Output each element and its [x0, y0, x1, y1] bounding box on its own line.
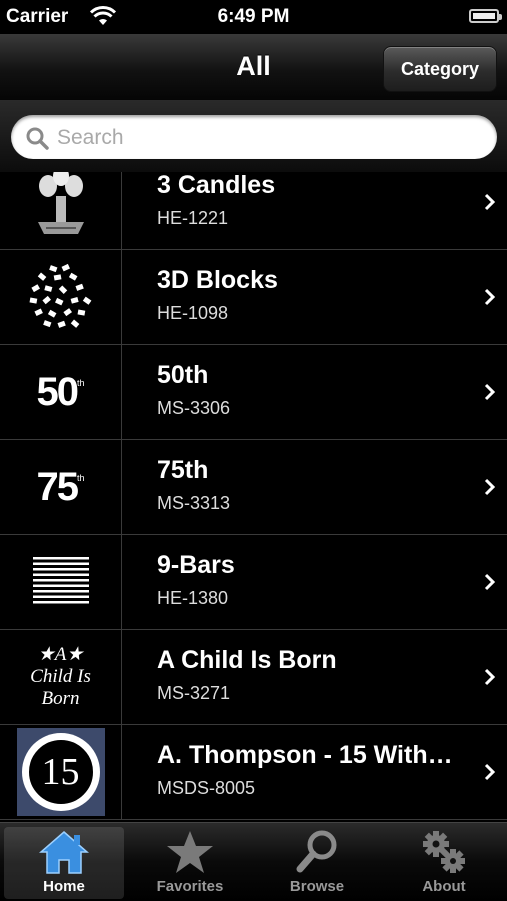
item-code: HE-1380: [157, 588, 229, 608]
item-code: MS-3313: [157, 493, 231, 513]
item-name: 9-Bars: [157, 551, 235, 579]
design-a-gobo-15-image: 15: [0, 725, 122, 819]
item-name: 3D Blocks: [157, 266, 278, 294]
tab-bar: Home Favorites Browse About: [0, 822, 507, 901]
item-name: A. Thompson - 15 With…: [157, 741, 453, 769]
tab-favorites-label: Favorites: [156, 878, 224, 895]
chevron-right-icon: [484, 668, 496, 686]
child-is-born-image: ★A★ Child Is Born: [0, 630, 122, 724]
tab-browse-label: Browse: [289, 878, 345, 895]
item-code: HE-1221: [157, 208, 229, 228]
item-name: A Child Is Born: [157, 646, 337, 674]
chevron-right-icon: [484, 288, 496, 306]
status-bar: Carrier 6:49 PM: [0, 0, 507, 34]
item-name: 75th: [157, 456, 209, 484]
list-item[interactable]: ★A★ Child Is Born A Child Is Born MS-327…: [0, 630, 507, 725]
tab-home[interactable]: Home: [4, 827, 124, 899]
magnifier-icon: [296, 830, 337, 873]
home-icon: [38, 831, 90, 874]
navigation-bar: All Category: [0, 34, 507, 101]
battery-icon: [469, 9, 502, 23]
tab-favorites[interactable]: Favorites: [130, 827, 250, 899]
list-item[interactable]: 15 A. Thompson - 15 With… MSDS-8005: [0, 725, 507, 820]
list-item[interactable]: 3 Candles HE-1221: [0, 172, 507, 250]
blocks-pattern-image: [0, 250, 122, 344]
search-icon: [26, 127, 49, 150]
bars-image: [0, 535, 122, 629]
list-item[interactable]: 50th 50th MS-3306: [0, 345, 507, 440]
search-bar: [0, 100, 507, 172]
50th-image: 50th: [0, 345, 122, 439]
item-list: 3 Candles HE-1221 3D Blocks HE-1098 50 t…: [0, 172, 507, 822]
category-button[interactable]: Category: [383, 46, 497, 92]
tab-home-label: Home: [43, 878, 85, 895]
item-code: MSDS-8005: [157, 778, 256, 798]
chevron-right-icon: [484, 763, 496, 781]
chevron-right-icon: [484, 383, 496, 401]
tab-about-label: About: [422, 878, 466, 895]
75th-image: 75th: [0, 440, 122, 534]
chevron-right-icon: [484, 193, 496, 211]
chevron-right-icon: [484, 478, 496, 496]
clock: 6:49 PM: [217, 6, 290, 27]
tab-browse[interactable]: Browse: [257, 827, 377, 899]
search-input[interactable]: [55, 115, 479, 161]
candles-image: [0, 172, 122, 249]
tab-about[interactable]: About: [384, 827, 504, 899]
list-item[interactable]: 9-Bars HE-1380: [0, 535, 507, 630]
item-code: MS-3271: [157, 683, 231, 703]
chevron-right-icon: [484, 573, 496, 591]
star-icon: [167, 831, 213, 873]
gears-icon: [423, 831, 465, 873]
list-item[interactable]: 75th 75th MS-3313: [0, 440, 507, 535]
list-item[interactable]: 3D Blocks HE-1098: [0, 250, 507, 345]
search-field[interactable]: [11, 115, 497, 161]
item-name: 50th: [157, 361, 209, 389]
item-code: HE-1098: [157, 303, 229, 323]
item-name: 3 Candles: [157, 172, 276, 199]
item-code: MS-3306: [157, 398, 231, 418]
